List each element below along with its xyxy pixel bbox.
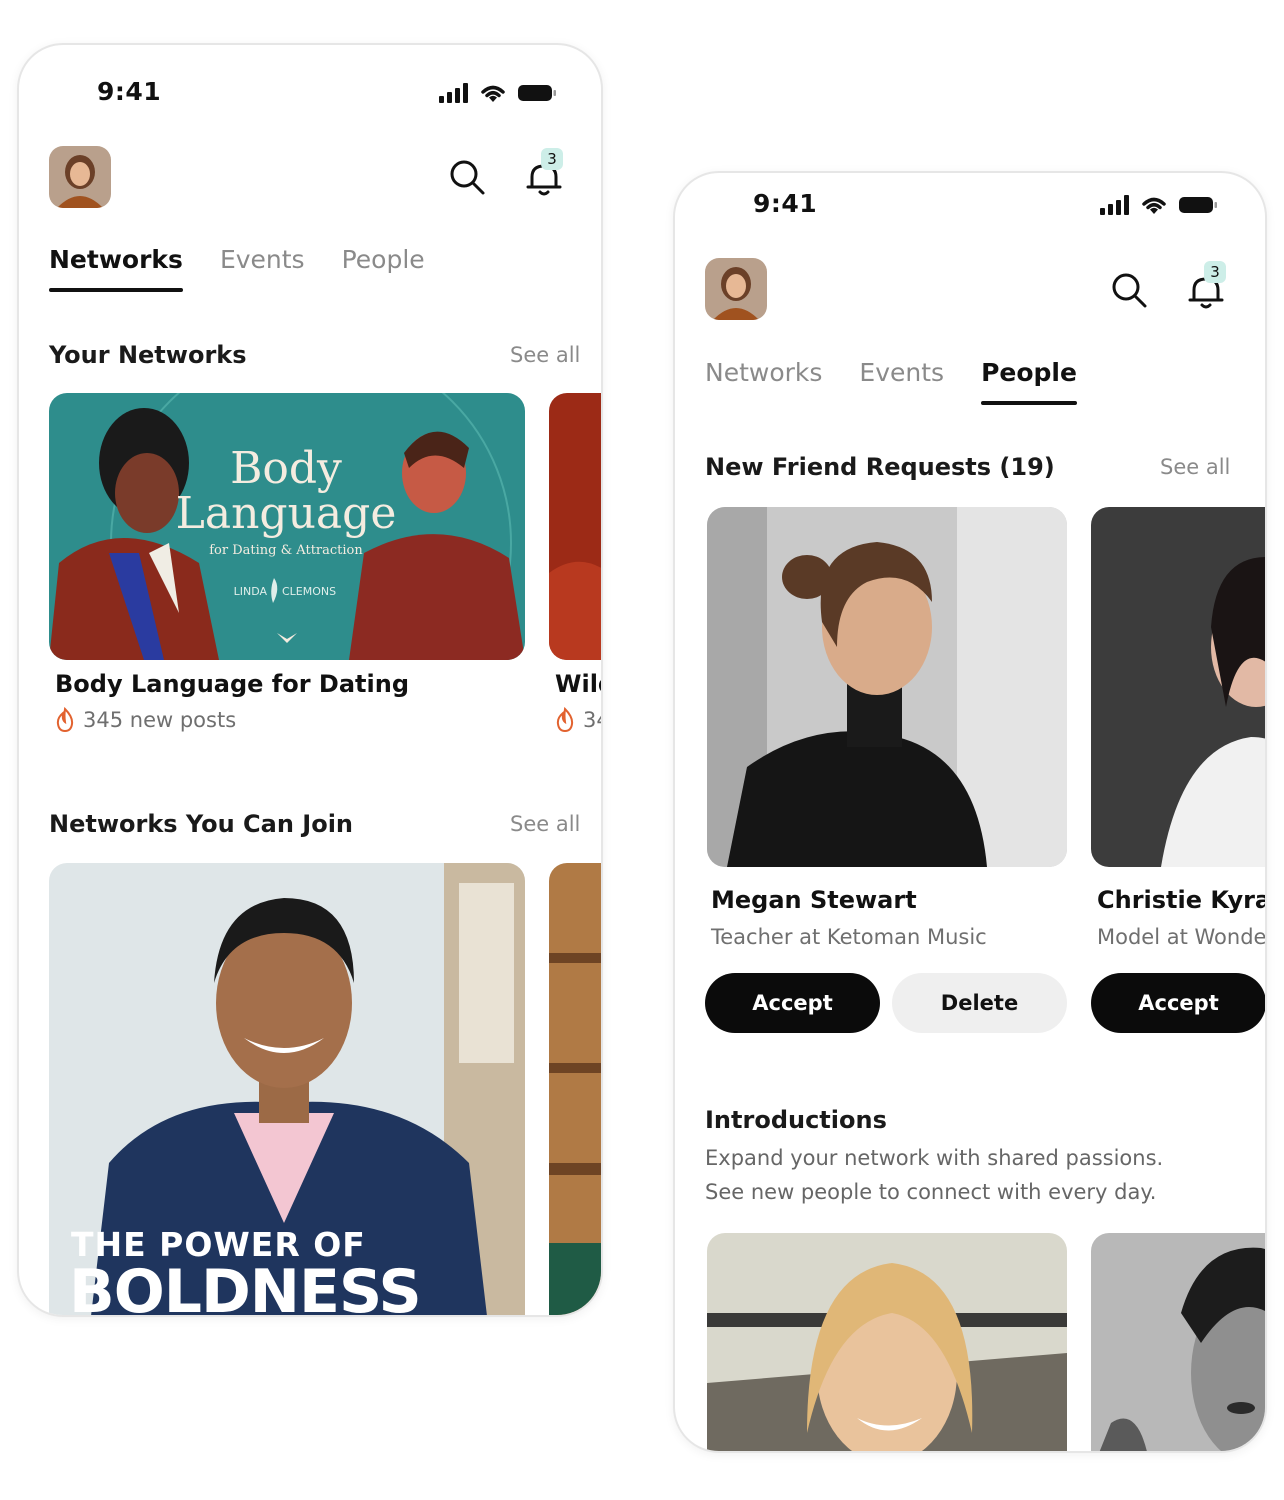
introduction-photo[interactable] — [707, 1233, 1067, 1451]
join-card-image[interactable] — [549, 863, 601, 1315]
introductions-description: Expand your network with shared passions… — [705, 1146, 1164, 1204]
status-bar: 9:41 — [675, 185, 1265, 235]
wifi-icon — [1142, 197, 1166, 214]
flame-icon — [556, 707, 574, 733]
status-bar: 9:41 — [19, 73, 601, 123]
delete-button[interactable]: Delete — [892, 973, 1067, 1033]
phone-screen-people: 9:41 3 Networks Events People New Friend… — [673, 171, 1267, 1453]
network-card-title[interactable]: Wild — [555, 670, 601, 698]
friend-request-photo[interactable] — [707, 507, 1067, 867]
see-all-link[interactable]: See all — [1160, 455, 1230, 479]
cellular-signal-icon — [1100, 195, 1129, 215]
section-title-introductions: Introductions — [705, 1106, 887, 1134]
profile-avatar[interactable] — [49, 146, 111, 208]
search-icon[interactable] — [447, 157, 487, 197]
accept-button[interactable]: Accept — [705, 973, 880, 1033]
art-brand-right: CLEMONS — [282, 585, 336, 598]
friend-request-photo[interactable] — [1091, 507, 1265, 867]
art-title-line2: Language — [176, 488, 397, 539]
phone-screen-networks: 9:41 3 Networks Events People Your Netwo… — [17, 43, 603, 1317]
profile-avatar[interactable] — [705, 258, 767, 320]
tab-bar: Networks Events People — [49, 245, 425, 292]
network-card-image[interactable]: Body Language for Dating & Attraction LI… — [49, 393, 525, 660]
art-title-line1: Body — [230, 443, 342, 494]
cellular-signal-icon — [439, 83, 468, 103]
see-all-link[interactable]: See all — [510, 343, 580, 367]
art-brand-left: LINDA — [234, 585, 268, 598]
join-card-caption-bottom: BOLDNESS — [69, 1257, 422, 1317]
section-title-join: Networks You Can Join — [49, 810, 354, 838]
friend-request-role: Teacher at Ketoman Music — [711, 925, 987, 949]
introduction-photo[interactable] — [1091, 1233, 1265, 1451]
see-all-link[interactable]: See all — [510, 812, 580, 836]
network-card-title[interactable]: Body Language for Dating — [55, 670, 409, 698]
tab-events[interactable]: Events — [859, 358, 944, 405]
section-title-friend-requests: New Friend Requests (19) — [705, 453, 1055, 481]
friend-request-name[interactable]: Christie Kyral — [1097, 886, 1265, 914]
notification-badge: 3 — [1204, 261, 1226, 283]
battery-icon — [1179, 197, 1217, 213]
network-card-posts: 345 new posts — [55, 707, 236, 733]
notification-badge: 3 — [541, 148, 563, 170]
search-icon[interactable] — [1109, 270, 1149, 310]
tab-events[interactable]: Events — [220, 245, 305, 292]
tab-bar: Networks Events People — [705, 358, 1077, 405]
accept-button[interactable]: Accept — [1091, 973, 1265, 1033]
flame-icon — [56, 707, 74, 733]
status-time: 9:41 — [97, 77, 162, 106]
join-card-image[interactable]: THE POWER OF BOLDNESS — [49, 863, 525, 1317]
friend-request-role: Model at Wonde — [1097, 925, 1267, 949]
friend-request-name[interactable]: Megan Stewart — [711, 886, 917, 914]
tab-people[interactable]: People — [981, 358, 1077, 405]
section-title-your-networks: Your Networks — [49, 341, 247, 369]
status-time: 9:41 — [753, 189, 818, 218]
network-card-image[interactable] — [549, 393, 601, 660]
tab-networks[interactable]: Networks — [49, 245, 183, 292]
tab-people[interactable]: People — [342, 245, 425, 292]
tab-networks[interactable]: Networks — [705, 358, 822, 405]
wifi-icon — [481, 85, 505, 102]
network-card-posts: 34 — [555, 707, 601, 733]
art-subtitle: for Dating & Attraction — [209, 543, 363, 558]
battery-icon — [518, 85, 556, 101]
